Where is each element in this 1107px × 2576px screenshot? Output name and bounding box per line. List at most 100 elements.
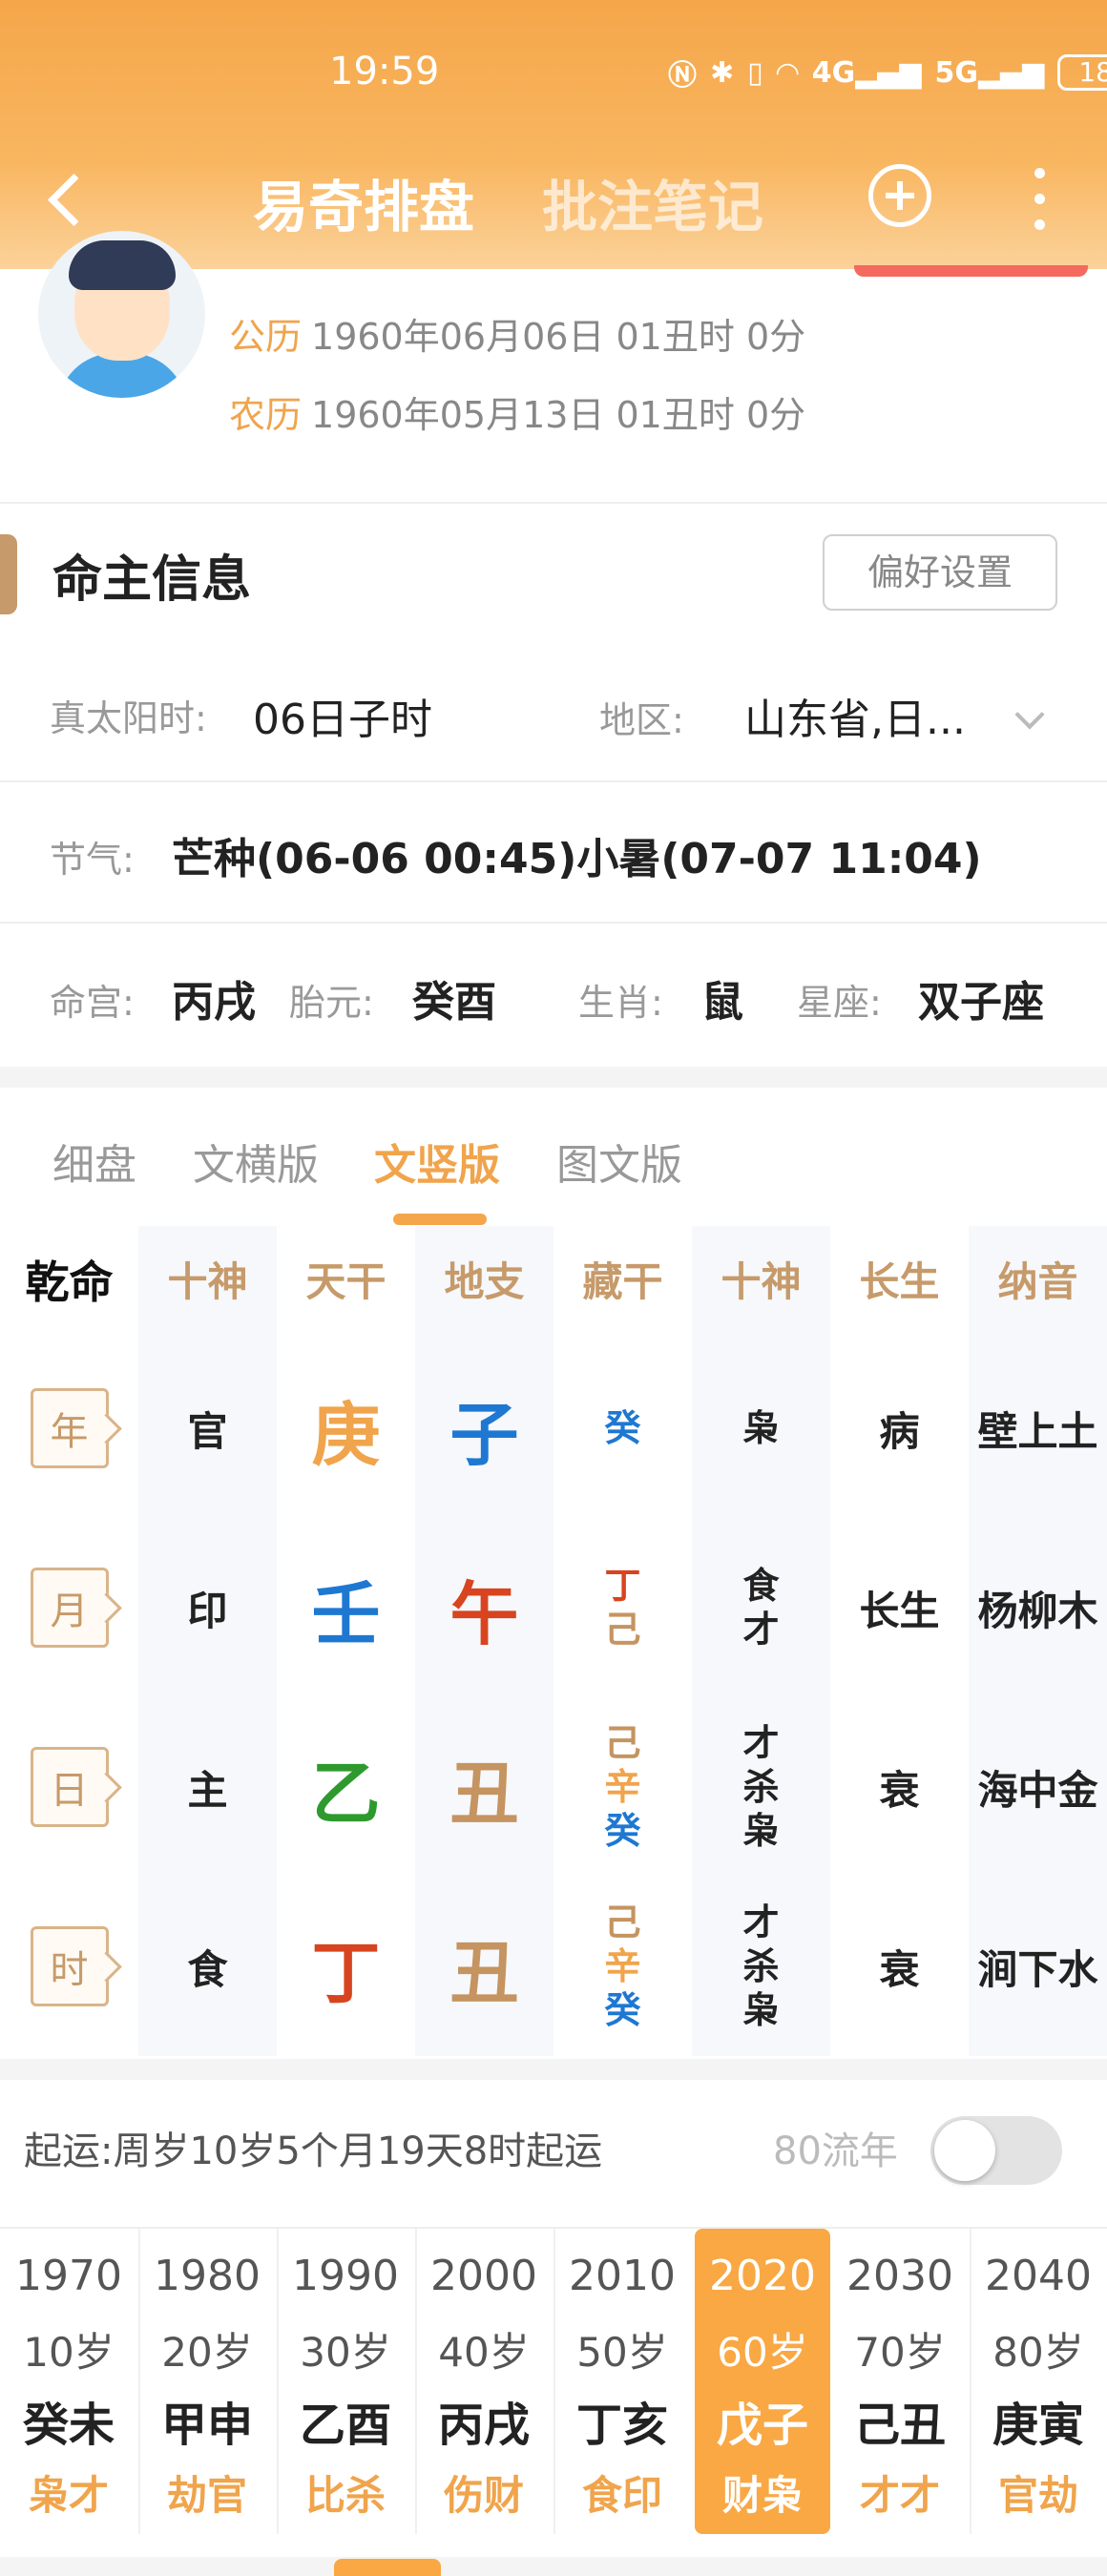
tab-notes[interactable]: 批注笔记 [542,162,763,242]
add-button[interactable] [868,164,931,227]
zhi-shishen-cell: 才 杀 枭 [692,1697,830,1877]
region-label: 地区: [599,699,684,741]
back-button[interactable] [34,164,101,231]
wifi-icon: ◠ [776,55,799,90]
tab-wenshu[interactable]: 文竖版 [374,1131,500,1192]
profile-red-tab[interactable] [854,265,1088,277]
dayun-year: 2030 [846,2252,953,2300]
dayun-ganzhi: 乙酉 [299,2399,391,2452]
dayun-shishen: 劫官 [166,2472,247,2519]
header-dizhi: 地支 [444,1258,525,1305]
true-solar-row: 真太阳时: 06日子时 地区: 山东省,日... [0,685,1107,780]
more-dot-icon [1034,219,1045,230]
dizhi[interactable]: 子 [415,1339,554,1518]
dayun-shishen: 比杀 [304,2472,386,2519]
dayun-year: 1980 [154,2252,261,2300]
zhi-shishen: 食 [742,1565,780,1607]
nayin: 杨柳木 [977,1587,1098,1634]
pillar-badge-day[interactable]: 日 [30,1747,109,1827]
liunian-label: 80流年 [773,2129,898,2173]
jieqi-label: 节气: [50,839,135,881]
canggan: 辛 [604,1945,641,1987]
dayun-ganzhi: 丁亥 [575,2399,668,2452]
status-icons: Ⓝ ✱ ▯ ◠ 4G▂▄▆ 5G▂▄▆ 18 [668,52,1107,93]
preferences-button[interactable]: 偏好设置 [823,534,1057,611]
canggan: 己 [604,1722,641,1764]
canggan-cell: 丁 己 [554,1518,692,1697]
pillar-badge-month[interactable]: 月 [30,1568,109,1648]
dizhi[interactable]: 丑 [415,1697,554,1877]
dizhi[interactable]: 午 [415,1518,554,1697]
zhi-shishen: 杀 [742,1766,780,1808]
status-bar: 19:59 Ⓝ ✱ ▯ ◠ 4G▂▄▆ 5G▂▄▆ 18 [0,48,1107,105]
changsheng: 衰 [879,1945,920,1993]
navbar: 易奇排盘 批注笔记 [0,153,1107,248]
dizhi[interactable]: 丑 [415,1877,554,2056]
canggan: 辛 [604,1766,641,1808]
pillar-label-cell: 年 [0,1339,138,1518]
zhi-shishen: 枭 [742,1989,780,2031]
jieqi-row: 节气: 芒种(06-06 00:45)小暑(07-07 11:04) [0,826,1107,912]
dayun-shishen: 财枭 [721,2472,803,2519]
nayin: 海中金 [977,1766,1098,1814]
liunian-toggle[interactable] [930,2116,1062,2185]
dayun-item[interactable]: 2030 70岁 己丑 才才 [832,2229,968,2534]
dayun-item[interactable]: 2010 50岁 丁亥 食印 [554,2229,690,2534]
pillar-badge-year[interactable]: 年 [30,1388,109,1468]
chevron-down-icon[interactable] [1014,699,1045,730]
tab-tuwen[interactable]: 图文版 [556,1131,682,1192]
dayun-item-active[interactable]: 2020 60岁 戊子 财枭 [695,2229,830,2534]
qiyun-value: 周岁10岁5个月19天8时起运 [113,2129,603,2173]
header-tiangan: 天干 [305,1258,386,1305]
canggan: 癸 [604,1407,641,1449]
dayun-year: 2040 [985,2252,1092,2300]
pillar-label-cell: 日 [0,1697,138,1877]
active-tab-indicator [393,1214,487,1225]
dayun-item[interactable]: 1980 20岁 甲申 劫官 [139,2229,275,2534]
canggan-cell: 己 辛 癸 [554,1697,692,1877]
zhi-shishen: 枭 [742,1407,780,1449]
dayun-item[interactable]: 1990 30岁 乙酉 比杀 [278,2229,413,2534]
dayun-age: 60岁 [717,2329,808,2376]
region-select[interactable]: 山东省,日... [744,685,966,746]
header-canggan: 藏干 [582,1258,663,1305]
dayun-age: 80岁 [992,2329,1084,2376]
dayun-year: 2010 [569,2252,676,2300]
dayun-age: 70岁 [854,2329,946,2376]
dayun-item[interactable]: 2040 80岁 庚寅 官劫 [971,2229,1106,2534]
dayun-ganzhi: 庚寅 [992,2399,1084,2452]
dayun-year: 2000 [430,2252,537,2300]
minggong-value: 丙戌 [172,978,256,1027]
dayun-item[interactable]: 1970 10岁 癸未 枭才 [1,2229,136,2534]
nayin: 涧下水 [977,1945,1098,1993]
canggan: 丁 [604,1565,641,1607]
minggong-row: 命宫: 丙戌 胎元: 癸酉 生肖: 鼠 星座: 双子座 [0,967,1107,1053]
header-shishen: 十神 [167,1258,248,1305]
divider [0,922,1107,924]
status-time: 19:59 [329,50,440,93]
qiyun-row: 起运:周岁10岁5个月19天8时起运 [24,2120,602,2175]
more-menu-button[interactable] [1021,162,1059,235]
tab-paipan[interactable]: 易奇排盘 [253,162,474,242]
dayun-year: 1990 [292,2252,399,2300]
tab-xipan[interactable]: 细盘 [52,1131,136,1192]
changsheng: 长生 [859,1587,940,1634]
dayun-item[interactable]: 2000 40岁 丙戌 伤财 [416,2229,552,2534]
dayun-ganzhi: 甲申 [160,2399,253,2452]
pillar-label-cell: 月 [0,1518,138,1697]
tiangan[interactable]: 庚 [277,1339,415,1518]
canggan-cell: 己 辛 癸 [554,1877,692,2056]
xingzuo-label: 星座: [797,982,882,1024]
tiangan[interactable]: 壬 [277,1518,415,1697]
pillar-badge-hour[interactable]: 时 [30,1926,109,2006]
true-solar-label: 真太阳时: [50,697,207,739]
avatar[interactable] [38,231,205,398]
tab-wenheng[interactable]: 文横版 [193,1131,319,1192]
liunian-active-indicator[interactable] [334,2559,441,2576]
lunar-value: 1960年05月13日 01丑时 0分 [311,394,806,436]
zhi-shishen-cell: 枭 [692,1339,830,1518]
tiangan[interactable]: 乙 [277,1697,415,1877]
next-section-edge [0,2557,1107,2576]
more-dot-icon [1034,168,1045,178]
tiangan[interactable]: 丁 [277,1877,415,2056]
